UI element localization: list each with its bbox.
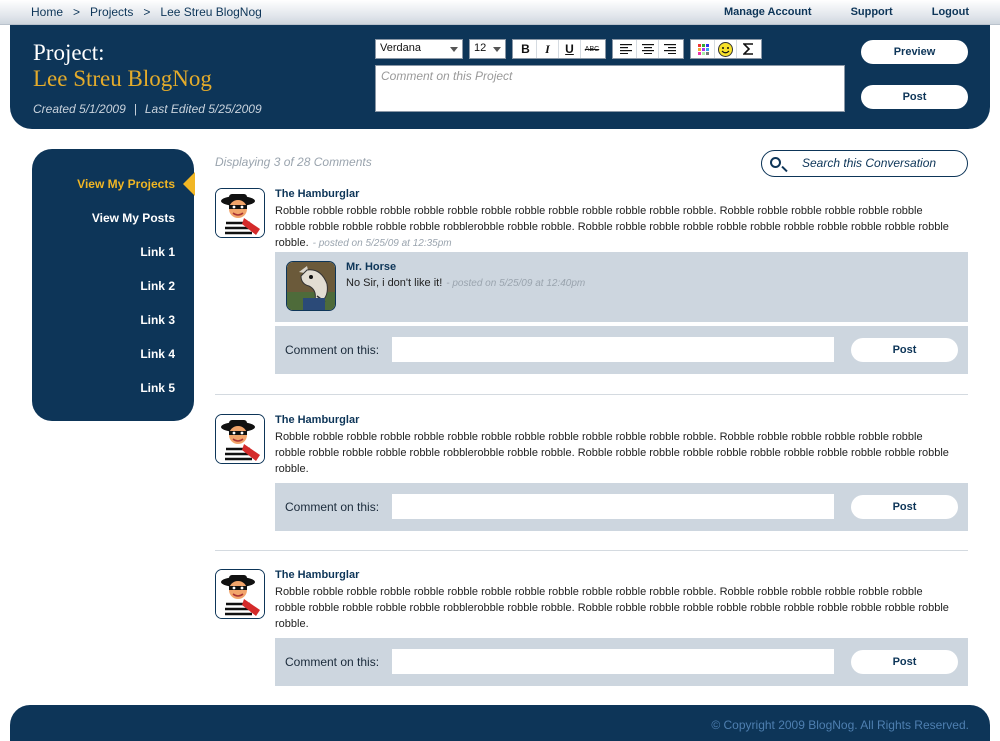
sidebar-item-view-my-projects[interactable]: View My Projects (77, 177, 175, 191)
reply-text: No Sir, i don't like it! (346, 277, 443, 289)
avatar (286, 261, 336, 311)
top-bar: Home > Projects > Lee Streu BlogNog Mana… (0, 0, 1000, 25)
breadcrumb-current[interactable]: Lee Streu BlogNog (160, 5, 261, 19)
insert-group (690, 39, 762, 59)
comment-input[interactable] (392, 337, 834, 362)
comment-body: Robble robble robble robble robble robbl… (275, 431, 949, 475)
comment-thread: The Hamburglar Robble robble robble robb… (215, 188, 968, 374)
strikethrough-button[interactable]: ABC (581, 40, 603, 58)
comment-post-button[interactable]: Post (851, 495, 958, 519)
comment-input[interactable] (392, 649, 834, 674)
support-link[interactable]: Support (851, 6, 893, 18)
font-size-value: 12 (474, 42, 487, 54)
comment-author[interactable]: The Hamburglar (275, 569, 359, 581)
sidebar-item-link-2[interactable]: Link 2 (140, 279, 175, 293)
edited-date: Last Edited 5/25/2009 (144, 102, 262, 116)
project-header: Project: Lee Streu BlogNog Created 5/1/2… (10, 25, 990, 129)
comment-post-button[interactable]: Post (851, 338, 958, 362)
comment-thread: The Hamburglar Robble robble robble robb… (215, 414, 968, 531)
comment-thread: The Hamburglar Robble robble robble robb… (215, 569, 968, 686)
breadcrumb-home[interactable]: Home (31, 5, 63, 19)
sidebar: View My Projects View My Posts Link 1 Li… (32, 149, 195, 421)
date-separator: | (133, 102, 137, 116)
comment-label: Comment on this: (285, 655, 380, 669)
avatar (215, 569, 265, 619)
reply: Mr. Horse No Sir, i don't like it! - post… (275, 252, 968, 322)
breadcrumb: Home > Projects > Lee Streu BlogNog (31, 5, 262, 19)
reply-author[interactable]: Mr. Horse (346, 261, 396, 273)
comment-form: Comment on this: Post (275, 483, 968, 531)
sidebar-item-link-5[interactable]: Link 5 (140, 381, 175, 395)
search-box[interactable] (761, 150, 968, 177)
smiley-icon[interactable] (715, 40, 737, 58)
color-grid-icon[interactable] (693, 40, 715, 58)
reply-body: No Sir, i don't like it! - posted on 5/25… (346, 277, 585, 289)
italic-button[interactable]: I (537, 40, 559, 58)
search-input[interactable] (802, 156, 962, 170)
comment-count: Displaying 3 of 28 Comments (215, 155, 372, 169)
comment-author[interactable]: The Hamburglar (275, 414, 359, 426)
comment-form: Comment on this: Post (275, 326, 968, 374)
footer: © Copyright 2009 BlogNog. All Rights Res… (10, 705, 990, 741)
underline-button[interactable]: U (559, 40, 581, 58)
avatar (215, 188, 265, 238)
breadcrumb-projects[interactable]: Projects (90, 5, 133, 19)
chevron-down-icon (493, 47, 501, 52)
sidebar-item-link-1[interactable]: Link 1 (140, 245, 175, 259)
copyright: © Copyright 2009 BlogNog. All Rights Res… (711, 718, 969, 732)
sidebar-item-link-4[interactable]: Link 4 (140, 347, 175, 361)
comment-label: Comment on this: (285, 500, 380, 514)
created-date: Created 5/1/2009 (33, 102, 126, 116)
avatar (215, 414, 265, 464)
comment-author[interactable]: The Hamburglar (275, 188, 359, 200)
top-links: Manage Account Support Logout (724, 6, 969, 18)
comment-form: Comment on this: Post (275, 638, 968, 686)
post-button[interactable]: Post (861, 85, 968, 109)
manage-account-link[interactable]: Manage Account (724, 6, 812, 18)
project-name: Lee Streu BlogNog (33, 66, 212, 91)
sidebar-item-link-3[interactable]: Link 3 (140, 313, 175, 327)
reply-meta: - posted on 5/25/09 at 12:40pm (446, 278, 586, 289)
sigma-icon[interactable] (737, 40, 759, 58)
align-center-icon[interactable] (637, 40, 659, 58)
font-select[interactable]: Verdana (375, 39, 463, 59)
align-left-icon[interactable] (615, 40, 637, 58)
preview-button[interactable]: Preview (861, 40, 968, 64)
comment-meta: - posted on 5/25/09 at 12:35pm (312, 238, 452, 249)
project-dates: Created 5/1/2009 | Last Edited 5/25/2009 (33, 102, 262, 116)
comment-body: Robble robble robble robble robble robbl… (275, 586, 949, 630)
sidebar-item-view-my-posts[interactable]: View My Posts (92, 211, 175, 225)
bold-button[interactable]: B (515, 40, 537, 58)
comment-label: Comment on this: (285, 343, 380, 357)
project-comment-textarea[interactable] (376, 66, 844, 111)
align-right-icon[interactable] (659, 40, 681, 58)
divider (215, 550, 968, 551)
font-size-select[interactable]: 12 (469, 39, 506, 59)
breadcrumb-separator: > (143, 5, 151, 19)
editor-toolbar: Verdana 12 B I U ABC (375, 39, 762, 59)
project-label: Project: (33, 40, 105, 65)
comment-body: Robble robble robble robble robble robbl… (275, 203, 955, 252)
comment-post-button[interactable]: Post (851, 650, 958, 674)
search-icon (770, 157, 781, 168)
logout-link[interactable]: Logout (932, 6, 969, 18)
chevron-down-icon (450, 47, 458, 52)
format-group: B I U ABC (512, 39, 606, 59)
active-indicator-icon (183, 172, 195, 196)
font-value: Verdana (380, 42, 421, 54)
project-comment-box[interactable] (375, 65, 845, 112)
divider (215, 394, 968, 395)
breadcrumb-separator: > (73, 5, 81, 19)
comment-input[interactable] (392, 494, 834, 519)
align-group (612, 39, 684, 59)
